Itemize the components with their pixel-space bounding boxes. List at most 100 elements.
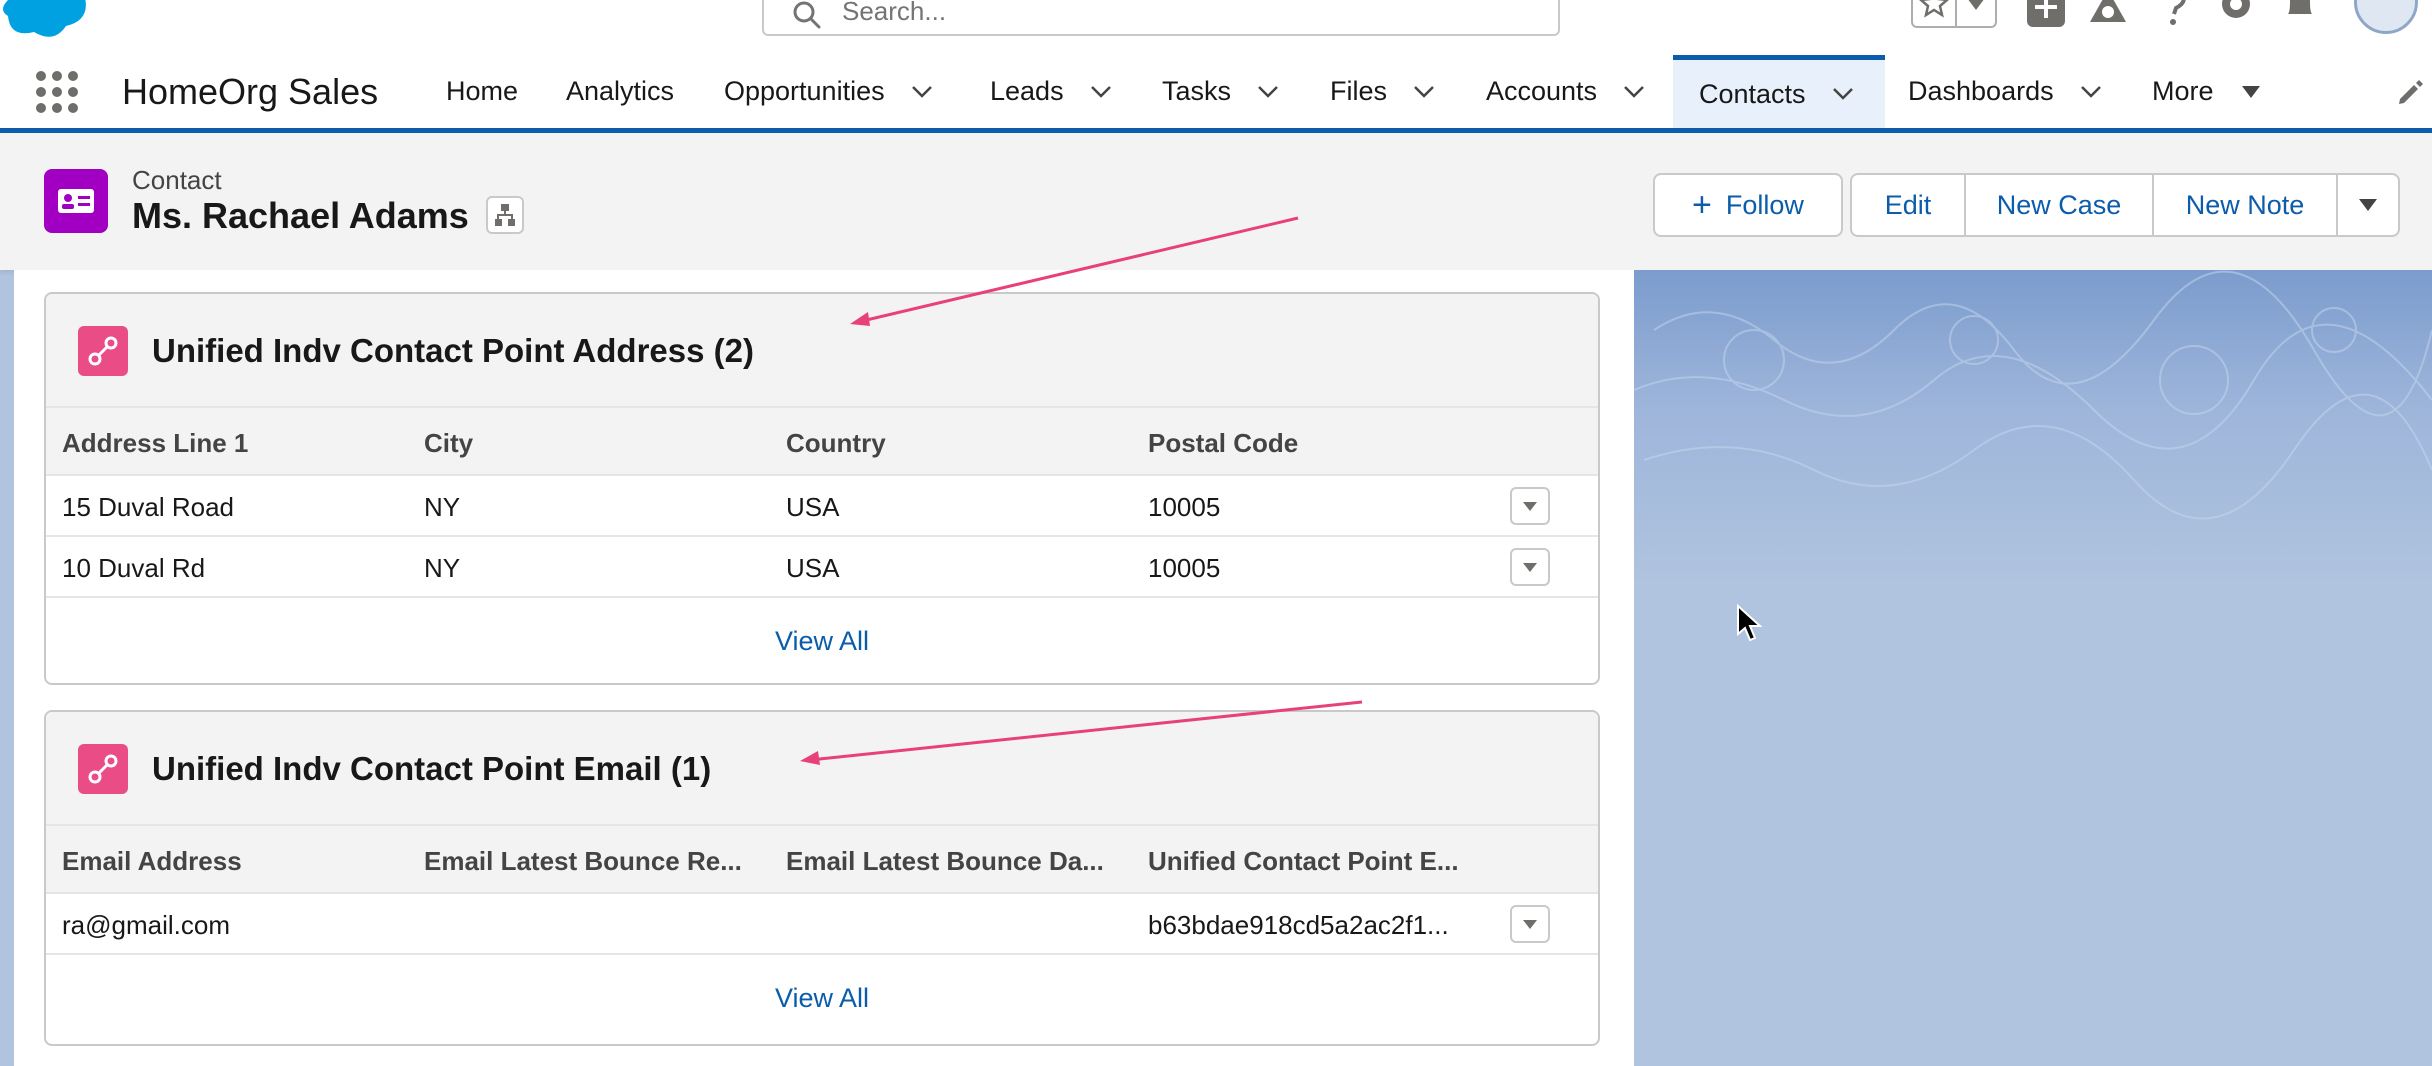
edit-label: Edit: [1884, 189, 1932, 220]
new-case-button[interactable]: New Case: [1964, 173, 2154, 237]
user-avatar[interactable]: [2354, 0, 2418, 34]
caret-down-icon: [1523, 563, 1537, 572]
nav-item-files[interactable]: Files: [1330, 55, 1435, 128]
nav-item-opportunities[interactable]: Opportunities: [724, 55, 933, 128]
email-card-title[interactable]: Unified Indv Contact Point Email (1): [152, 750, 711, 788]
favorites-dropdown-icon[interactable]: [1965, 0, 1987, 12]
more-actions-button[interactable]: [2336, 173, 2400, 237]
address-line-cell: 15 Duval Road: [62, 492, 234, 522]
column-header[interactable]: Postal Code: [1148, 428, 1298, 459]
caret-down-icon[interactable]: [2240, 85, 2262, 99]
nav-item-label: More: [2152, 76, 2214, 106]
follow-button[interactable]: + Follow: [1653, 173, 1843, 237]
nav-item-accounts[interactable]: Accounts: [1486, 55, 1645, 128]
contact-point-icon: [78, 744, 128, 794]
nav-item-leads[interactable]: Leads: [990, 55, 1112, 128]
new-note-button[interactable]: New Note: [2152, 173, 2338, 237]
mouse-cursor-icon: [1737, 604, 1763, 642]
nav-item-tasks[interactable]: Tasks: [1162, 55, 1279, 128]
nav-item-label: Dashboards: [1908, 76, 2054, 106]
global-header: Search...: [0, 0, 2432, 55]
notifications-bell-icon[interactable]: [2280, 0, 2320, 28]
related-list-column: Unified Indv Contact Point Address (2) A…: [14, 270, 1634, 1066]
email-address-cell: ra@gmail.com: [62, 910, 230, 940]
app-navigation-bar: HomeOrg Sales Home Analytics Opportuniti…: [0, 55, 2432, 133]
view-all-link[interactable]: View All: [46, 955, 1598, 1041]
trailhead-icon[interactable]: [2088, 0, 2128, 26]
nav-item-label: Tasks: [1162, 76, 1232, 106]
view-all-link[interactable]: View All: [46, 598, 1598, 683]
country-cell: USA: [786, 553, 840, 583]
follow-label: Follow: [1725, 189, 1804, 220]
nav-item-more[interactable]: More: [2152, 55, 2262, 128]
column-header[interactable]: Unified Contact Point E...: [1148, 846, 1459, 877]
chevron-down-icon[interactable]: [2080, 85, 2102, 99]
edit-button[interactable]: Edit: [1850, 173, 1966, 237]
app-launcher-icon[interactable]: [36, 71, 78, 113]
help-icon[interactable]: [2158, 0, 2188, 28]
setup-gear-icon[interactable]: [2216, 0, 2256, 28]
favorites-group[interactable]: [1911, 0, 1997, 28]
salesforce-logo[interactable]: [0, 0, 88, 44]
record-name: Ms. Rachael Adams: [132, 195, 469, 236]
caret-down-icon: [2359, 199, 2377, 211]
postal-code-cell: 10005: [1148, 553, 1221, 583]
chevron-down-icon[interactable]: [1257, 85, 1279, 99]
address-card-header: Unified Indv Contact Point Address (2): [46, 294, 1598, 408]
column-header[interactable]: Country: [786, 428, 886, 459]
row-actions-button[interactable]: [1510, 487, 1550, 525]
global-search[interactable]: Search...: [762, 0, 1560, 36]
column-header[interactable]: Email Latest Bounce Re...: [424, 846, 742, 877]
contact-point-icon: [78, 326, 128, 376]
nav-item-analytics[interactable]: Analytics: [566, 55, 674, 128]
column-header[interactable]: Email Latest Bounce Da...: [786, 846, 1104, 877]
new-case-label: New Case: [1996, 189, 2122, 220]
address-card-title[interactable]: Unified Indv Contact Point Address (2): [152, 332, 754, 370]
caret-down-icon: [1523, 920, 1537, 929]
row-actions-button[interactable]: [1510, 548, 1550, 586]
table-row: ra@gmail.com b63bdae918cd5a2ac2f1...: [46, 894, 1598, 955]
address-line-cell: 10 Duval Rd: [62, 553, 206, 583]
email-table-header: Email Address Email Latest Bounce Re... …: [46, 826, 1598, 894]
search-icon: [793, 1, 821, 29]
nav-item-label: Contacts: [1699, 78, 1806, 109]
edit-nav-pencil-icon[interactable]: [2396, 79, 2424, 107]
caret-down-icon: [1523, 502, 1537, 511]
search-placeholder: Search...: [842, 0, 947, 26]
new-note-label: New Note: [2185, 189, 2305, 220]
country-cell: USA: [786, 492, 840, 522]
postal-code-cell: 10005: [1148, 492, 1221, 522]
unified-contact-point-cell[interactable]: b63bdae918cd5a2ac2f1...: [1148, 910, 1449, 941]
favorites-divider: [1955, 0, 1957, 28]
nav-item-label: Leads: [990, 76, 1064, 106]
address-related-list: Unified Indv Contact Point Address (2) A…: [44, 292, 1600, 685]
nav-item-label: Opportunities: [724, 76, 885, 106]
chevron-down-icon[interactable]: [1832, 87, 1854, 101]
email-card-header: Unified Indv Contact Point Email (1): [46, 712, 1598, 826]
nav-item-label: Home: [446, 76, 519, 106]
column-header[interactable]: Email Address: [62, 846, 242, 877]
record-type-label: Contact: [132, 165, 222, 195]
chevron-down-icon[interactable]: [1413, 85, 1435, 99]
nav-item-contacts[interactable]: Contacts: [1673, 55, 1885, 128]
hierarchy-button[interactable]: [486, 196, 524, 234]
app-name: HomeOrg Sales: [122, 71, 379, 112]
chevron-down-icon[interactable]: [911, 85, 933, 99]
nav-item-label: Files: [1330, 76, 1388, 106]
address-table-header: Address Line 1 City Country Postal Code: [46, 408, 1598, 476]
row-actions-button[interactable]: [1510, 905, 1550, 943]
nav-item-home[interactable]: Home: [446, 55, 518, 128]
nav-item-dashboards[interactable]: Dashboards: [1908, 55, 2102, 128]
record-header: Contact Ms. Rachael Adams + Follow Edit …: [0, 133, 2432, 270]
nav-item-label: Accounts: [1486, 76, 1598, 106]
column-header[interactable]: City: [424, 428, 473, 459]
chevron-down-icon[interactable]: [1090, 85, 1112, 99]
hierarchy-icon: [495, 204, 515, 226]
city-cell: NY: [424, 553, 461, 583]
nav-item-label: Analytics: [566, 76, 675, 106]
column-header[interactable]: Address Line 1: [62, 428, 248, 459]
star-icon[interactable]: [1919, 0, 1949, 18]
background-pattern: [1634, 270, 2432, 520]
chevron-down-icon[interactable]: [1623, 85, 1645, 99]
global-actions-icon[interactable]: [2026, 0, 2066, 28]
